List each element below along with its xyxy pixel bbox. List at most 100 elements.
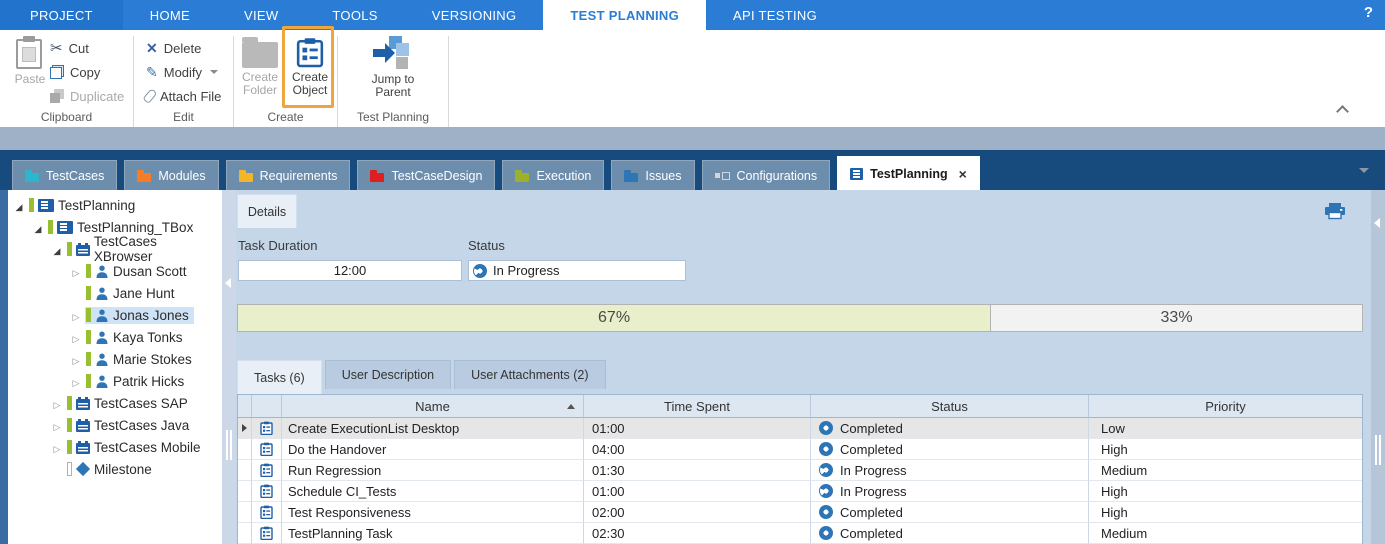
tab-issues[interactable]: Issues — [611, 160, 694, 190]
tree-item-kaya-tonks[interactable]: Kaya Tonks — [71, 326, 222, 348]
tab-configurations[interactable]: Configurations — [702, 160, 831, 190]
tab-tasks[interactable]: Tasks (6) — [237, 360, 322, 394]
close-tab-icon[interactable]: × — [959, 166, 967, 182]
task-name-cell[interactable]: Test Responsiveness — [282, 502, 584, 523]
task-status-cell[interactable]: In Progress — [811, 460, 1089, 481]
row-expand-icon[interactable] — [242, 424, 247, 432]
status-input[interactable]: In Progress — [468, 260, 686, 281]
planning-calendar-icon — [76, 245, 90, 256]
task-status-cell[interactable]: Completed — [811, 418, 1089, 439]
status-bar-green — [86, 374, 91, 388]
right-panel-splitter[interactable] — [1371, 190, 1385, 544]
column-header-status[interactable]: Status — [811, 395, 1089, 418]
collapse-panel-arrow-icon[interactable] — [1374, 218, 1380, 228]
task-time-cell[interactable]: 01:00 — [584, 418, 811, 439]
splitter-grip[interactable] — [226, 430, 228, 460]
duplicate-button[interactable]: Duplicate — [50, 86, 124, 106]
tree-item-testcases-xbrowser[interactable]: TestCases XBrowser — [52, 238, 222, 260]
expander-icon[interactable] — [52, 440, 62, 455]
menu-test-planning[interactable]: TEST PLANNING — [543, 0, 706, 30]
task-priority-cell[interactable]: High — [1089, 502, 1362, 523]
tree-splitter[interactable] — [222, 190, 236, 544]
task-status-cell[interactable]: Completed — [811, 502, 1089, 523]
expander-icon[interactable] — [71, 330, 81, 345]
menu-project[interactable]: PROJECT — [0, 0, 123, 30]
column-header-name[interactable]: Name — [282, 395, 584, 418]
tab-modules[interactable]: Modules — [124, 160, 218, 190]
expander-icon[interactable] — [71, 352, 81, 367]
expander-icon[interactable] — [14, 198, 24, 213]
task-time-cell[interactable]: 02:00 — [584, 502, 811, 523]
tree-item-testcases-java[interactable]: TestCases Java — [52, 414, 222, 436]
navigation-tree: TestPlanning TestPlanning_TBox TestCases… — [8, 190, 222, 544]
help-icon[interactable]: ? — [1364, 4, 1373, 21]
tab-testcases[interactable]: TestCases — [12, 160, 117, 190]
menu-versioning[interactable]: VERSIONING — [405, 0, 544, 30]
modify-dropdown-icon[interactable] — [210, 70, 218, 74]
column-header-time-spent[interactable]: Time Spent — [584, 395, 811, 418]
print-icon[interactable] — [1324, 203, 1346, 221]
status-icon — [819, 526, 833, 540]
task-name-cell[interactable]: Run Regression — [282, 460, 584, 481]
task-name-cell[interactable]: Create ExecutionList Desktop — [282, 418, 584, 439]
yellow-folder-icon — [239, 173, 253, 182]
task-time-cell[interactable]: 01:00 — [584, 481, 811, 502]
task-time-cell[interactable]: 01:30 — [584, 460, 811, 481]
tab-user-attachments[interactable]: User Attachments (2) — [454, 360, 605, 389]
expander-icon[interactable] — [71, 264, 81, 279]
task-priority-cell[interactable]: Medium — [1089, 523, 1362, 544]
splitter-grip[interactable] — [1375, 435, 1377, 465]
expander-icon[interactable] — [52, 396, 62, 411]
task-status-cell[interactable]: In Progress — [811, 481, 1089, 502]
task-priority-cell[interactable]: Low — [1089, 418, 1362, 439]
tree-item-marie-stokes[interactable]: Marie Stokes — [71, 348, 222, 370]
copy-button[interactable]: Copy — [50, 62, 100, 82]
task-duration-input[interactable]: 12:00 — [238, 260, 462, 281]
tree-item-milestone[interactable]: Milestone — [52, 458, 222, 480]
task-name-cell[interactable]: TestPlanning Task — [282, 523, 584, 544]
tree-item-jonas-jones[interactable]: Jonas Jones — [71, 304, 222, 326]
tab-requirements[interactable]: Requirements — [226, 160, 351, 190]
expander-icon[interactable] — [71, 308, 81, 323]
tab-overflow-dropdown-icon[interactable] — [1359, 168, 1369, 173]
tree-item-testplanning[interactable]: TestPlanning — [14, 194, 222, 216]
cut-button[interactable]: ✂ Cut — [50, 38, 89, 58]
tree-item-patrik-hicks[interactable]: Patrik Hicks — [71, 370, 222, 392]
menu-home[interactable]: HOME — [123, 0, 217, 30]
task-time-cell[interactable]: 02:30 — [584, 523, 811, 544]
paste-button[interactable]: Paste — [6, 36, 54, 86]
expander-icon[interactable] — [71, 374, 81, 389]
attach-file-button[interactable]: Attach File — [146, 86, 221, 106]
tab-details[interactable]: Details — [237, 194, 297, 228]
planning-calendar-icon — [76, 421, 90, 432]
expander-icon[interactable] — [33, 220, 43, 235]
create-folder-button[interactable]: Create Folder — [236, 36, 284, 97]
delete-button[interactable]: ✕ Delete — [146, 38, 201, 58]
menu-api-testing[interactable]: API TESTING — [706, 0, 844, 30]
task-status-cell[interactable]: Completed — [811, 439, 1089, 460]
expander-icon[interactable] — [52, 242, 62, 257]
tree-item-testcases-mobile[interactable]: TestCases Mobile — [52, 436, 222, 458]
row-expander-cell[interactable] — [238, 418, 252, 439]
task-time-cell[interactable]: 04:00 — [584, 439, 811, 460]
tab-testplanning[interactable]: TestPlanning × — [837, 156, 980, 190]
tab-testcasedesign[interactable]: TestCaseDesign — [357, 160, 495, 190]
folder-icon — [242, 42, 278, 68]
tab-execution[interactable]: Execution — [502, 160, 604, 190]
expander-icon[interactable] — [52, 418, 62, 433]
testplanning-detail-panel: Details Task Duration 12:00 Status In Pr… — [236, 190, 1371, 544]
modify-button[interactable]: ✎ Modify — [146, 62, 218, 82]
jump-to-parent-button[interactable]: Jump to Parent — [363, 36, 423, 99]
tab-user-description[interactable]: User Description — [325, 360, 451, 389]
tree-item-testcases-sap[interactable]: TestCases SAP — [52, 392, 222, 414]
task-priority-cell[interactable]: High — [1089, 439, 1362, 460]
task-priority-cell[interactable]: Medium — [1089, 460, 1362, 481]
task-status-cell[interactable]: Completed — [811, 523, 1089, 544]
task-name-cell[interactable]: Do the Handover — [282, 439, 584, 460]
task-name-cell[interactable]: Schedule CI_Tests — [282, 481, 584, 502]
tree-item-jane-hunt[interactable]: Jane Hunt — [71, 282, 222, 304]
task-priority-cell[interactable]: High — [1089, 481, 1362, 502]
column-header-priority[interactable]: Priority — [1089, 395, 1362, 418]
collapse-panel-arrow-icon[interactable] — [225, 278, 231, 288]
collapse-ribbon-icon[interactable] — [1338, 104, 1347, 113]
